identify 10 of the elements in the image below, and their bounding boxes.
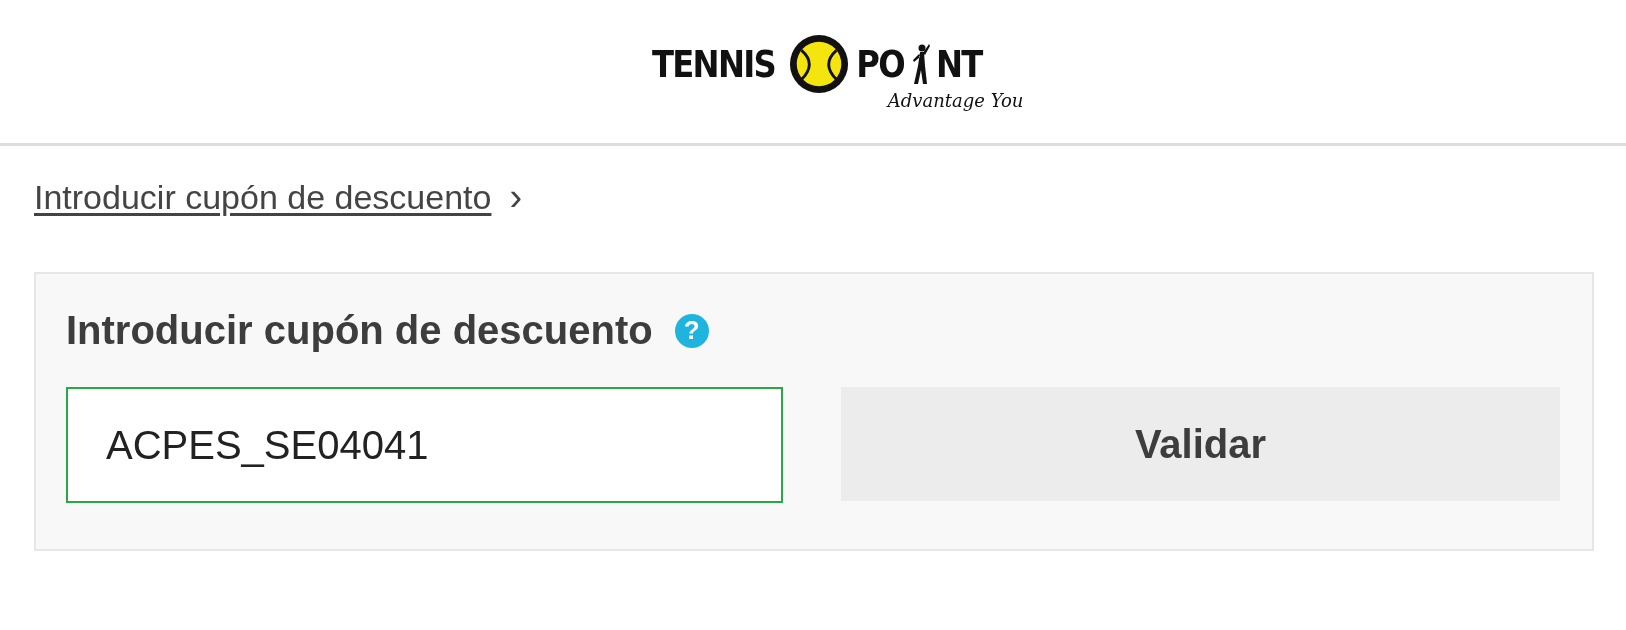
coupon-input-field[interactable]: ACPES_SE04041 bbox=[66, 387, 783, 503]
logo-word: PO bbox=[855, 42, 904, 86]
logo-word: NT bbox=[935, 42, 982, 86]
tennis-ball-icon bbox=[787, 33, 850, 95]
coupon-link[interactable]: Introducir cupón de descuento bbox=[34, 177, 492, 217]
chevron-icon: › bbox=[509, 178, 523, 216]
validate-button[interactable]: Validar bbox=[841, 387, 1560, 501]
logo-tagline: Advantage You bbox=[887, 90, 1024, 111]
panel-title: Introducir cupón de descuento bbox=[66, 308, 653, 353]
logo-word: TENNIS bbox=[651, 42, 775, 86]
